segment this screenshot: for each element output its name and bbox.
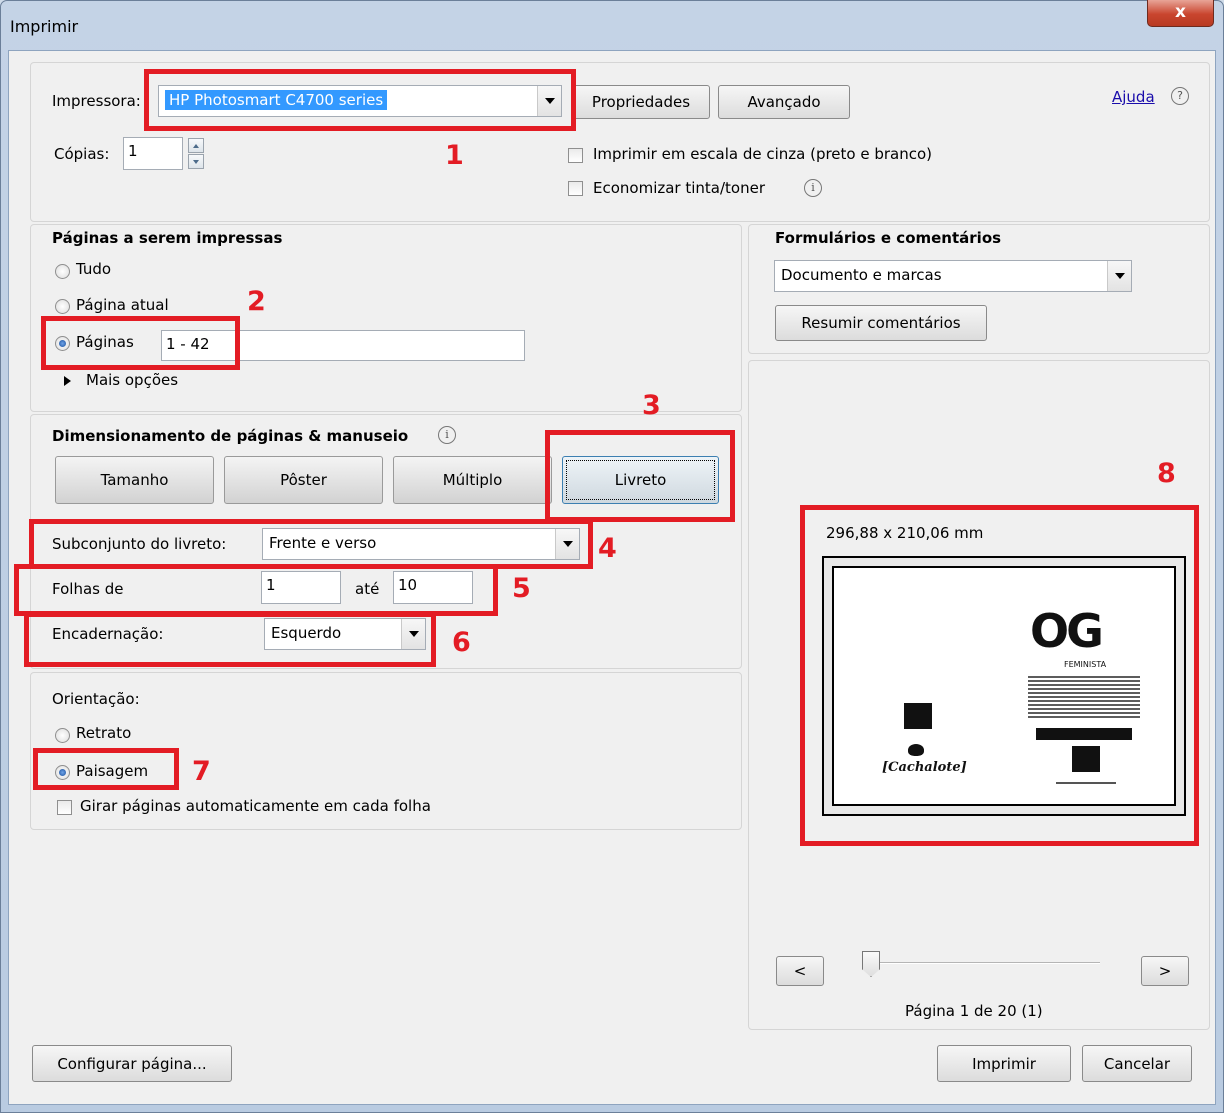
next-page-button[interactable]: > xyxy=(1141,956,1189,986)
window-title: Imprimir xyxy=(10,17,79,36)
annotation-box-7 xyxy=(33,748,179,790)
printer-label: Impressora: xyxy=(52,92,141,110)
poster-button[interactable]: Pôster xyxy=(224,456,383,504)
forms-heading: Formulários e comentários xyxy=(775,229,1002,247)
grayscale-label: Imprimir em escala de cinza (preto e bra… xyxy=(593,145,933,163)
sizing-info-icon[interactable]: i xyxy=(438,426,456,444)
help-icon[interactable]: ? xyxy=(1171,87,1189,105)
multiple-button[interactable]: Múltiplo xyxy=(393,456,552,504)
annotation-box-4 xyxy=(29,519,593,569)
info-icon[interactable]: i xyxy=(804,179,822,197)
forms-selected-value: Documento e marcas xyxy=(781,266,942,284)
advanced-button[interactable]: Avançado xyxy=(718,85,850,119)
copies-label: Cópias: xyxy=(54,145,110,163)
annotation-box-8 xyxy=(800,505,1199,846)
previous-page-button[interactable]: < xyxy=(776,956,824,986)
annotation-box-5 xyxy=(14,564,498,616)
forms-select[interactable]: Documento e marcas xyxy=(774,260,1132,292)
annotation-box-3 xyxy=(545,430,735,522)
help-link[interactable]: Ajuda xyxy=(1112,88,1155,106)
annotation-number-2: 2 xyxy=(247,286,266,317)
annotation-number-7: 7 xyxy=(192,756,211,787)
radio-all-label: Tudo xyxy=(76,260,112,278)
close-button[interactable]: x xyxy=(1147,0,1214,27)
print-button[interactable]: Imprimir xyxy=(937,1045,1071,1082)
radio-current-page-label: Página atual xyxy=(76,296,169,314)
more-options-label[interactable]: Mais opções xyxy=(86,371,178,389)
annotation-number-4: 4 xyxy=(598,533,617,564)
grayscale-checkbox[interactable] xyxy=(568,148,583,163)
size-button[interactable]: Tamanho xyxy=(55,456,214,504)
annotation-box-2 xyxy=(41,316,240,370)
annotation-box-1 xyxy=(144,69,576,131)
copies-up-stepper[interactable] xyxy=(188,138,204,153)
sizing-heading: Dimensionamento de páginas & manuseio xyxy=(52,427,409,445)
radio-all[interactable] xyxy=(55,264,70,279)
radio-portrait-label: Retrato xyxy=(76,724,132,742)
annotation-number-1: 1 xyxy=(445,140,464,171)
auto-rotate-label: Girar páginas automaticamente em cada fo… xyxy=(80,797,431,815)
page-status: Página 1 de 20 (1) xyxy=(905,1002,1043,1020)
save-ink-label: Economizar tinta/toner xyxy=(593,179,766,197)
annotation-number-3: 3 xyxy=(642,390,661,421)
save-ink-checkbox[interactable] xyxy=(568,181,583,196)
annotation-number-8: 8 xyxy=(1157,458,1176,489)
annotation-number-6: 6 xyxy=(452,627,471,658)
page-setup-button[interactable]: Configurar página... xyxy=(32,1045,232,1082)
summarize-comments-button[interactable]: Resumir comentários xyxy=(775,305,987,341)
expand-triangle-icon[interactable] xyxy=(64,376,71,386)
cancel-button[interactable]: Cancelar xyxy=(1082,1045,1192,1082)
pages-heading: Páginas a serem impressas xyxy=(52,229,283,247)
page-slider-track[interactable] xyxy=(868,962,1100,964)
radio-portrait[interactable] xyxy=(55,728,70,743)
copies-input[interactable]: 1 xyxy=(123,137,183,170)
orientation-heading: Orientação: xyxy=(52,690,140,708)
chevron-down-icon xyxy=(1107,261,1131,291)
auto-rotate-checkbox[interactable] xyxy=(57,800,72,815)
properties-button[interactable]: Propriedades xyxy=(572,85,710,119)
radio-current-page[interactable] xyxy=(55,299,70,314)
annotation-number-5: 5 xyxy=(512,573,531,604)
annotation-box-6 xyxy=(24,612,436,667)
copies-down-stepper[interactable] xyxy=(188,154,204,169)
